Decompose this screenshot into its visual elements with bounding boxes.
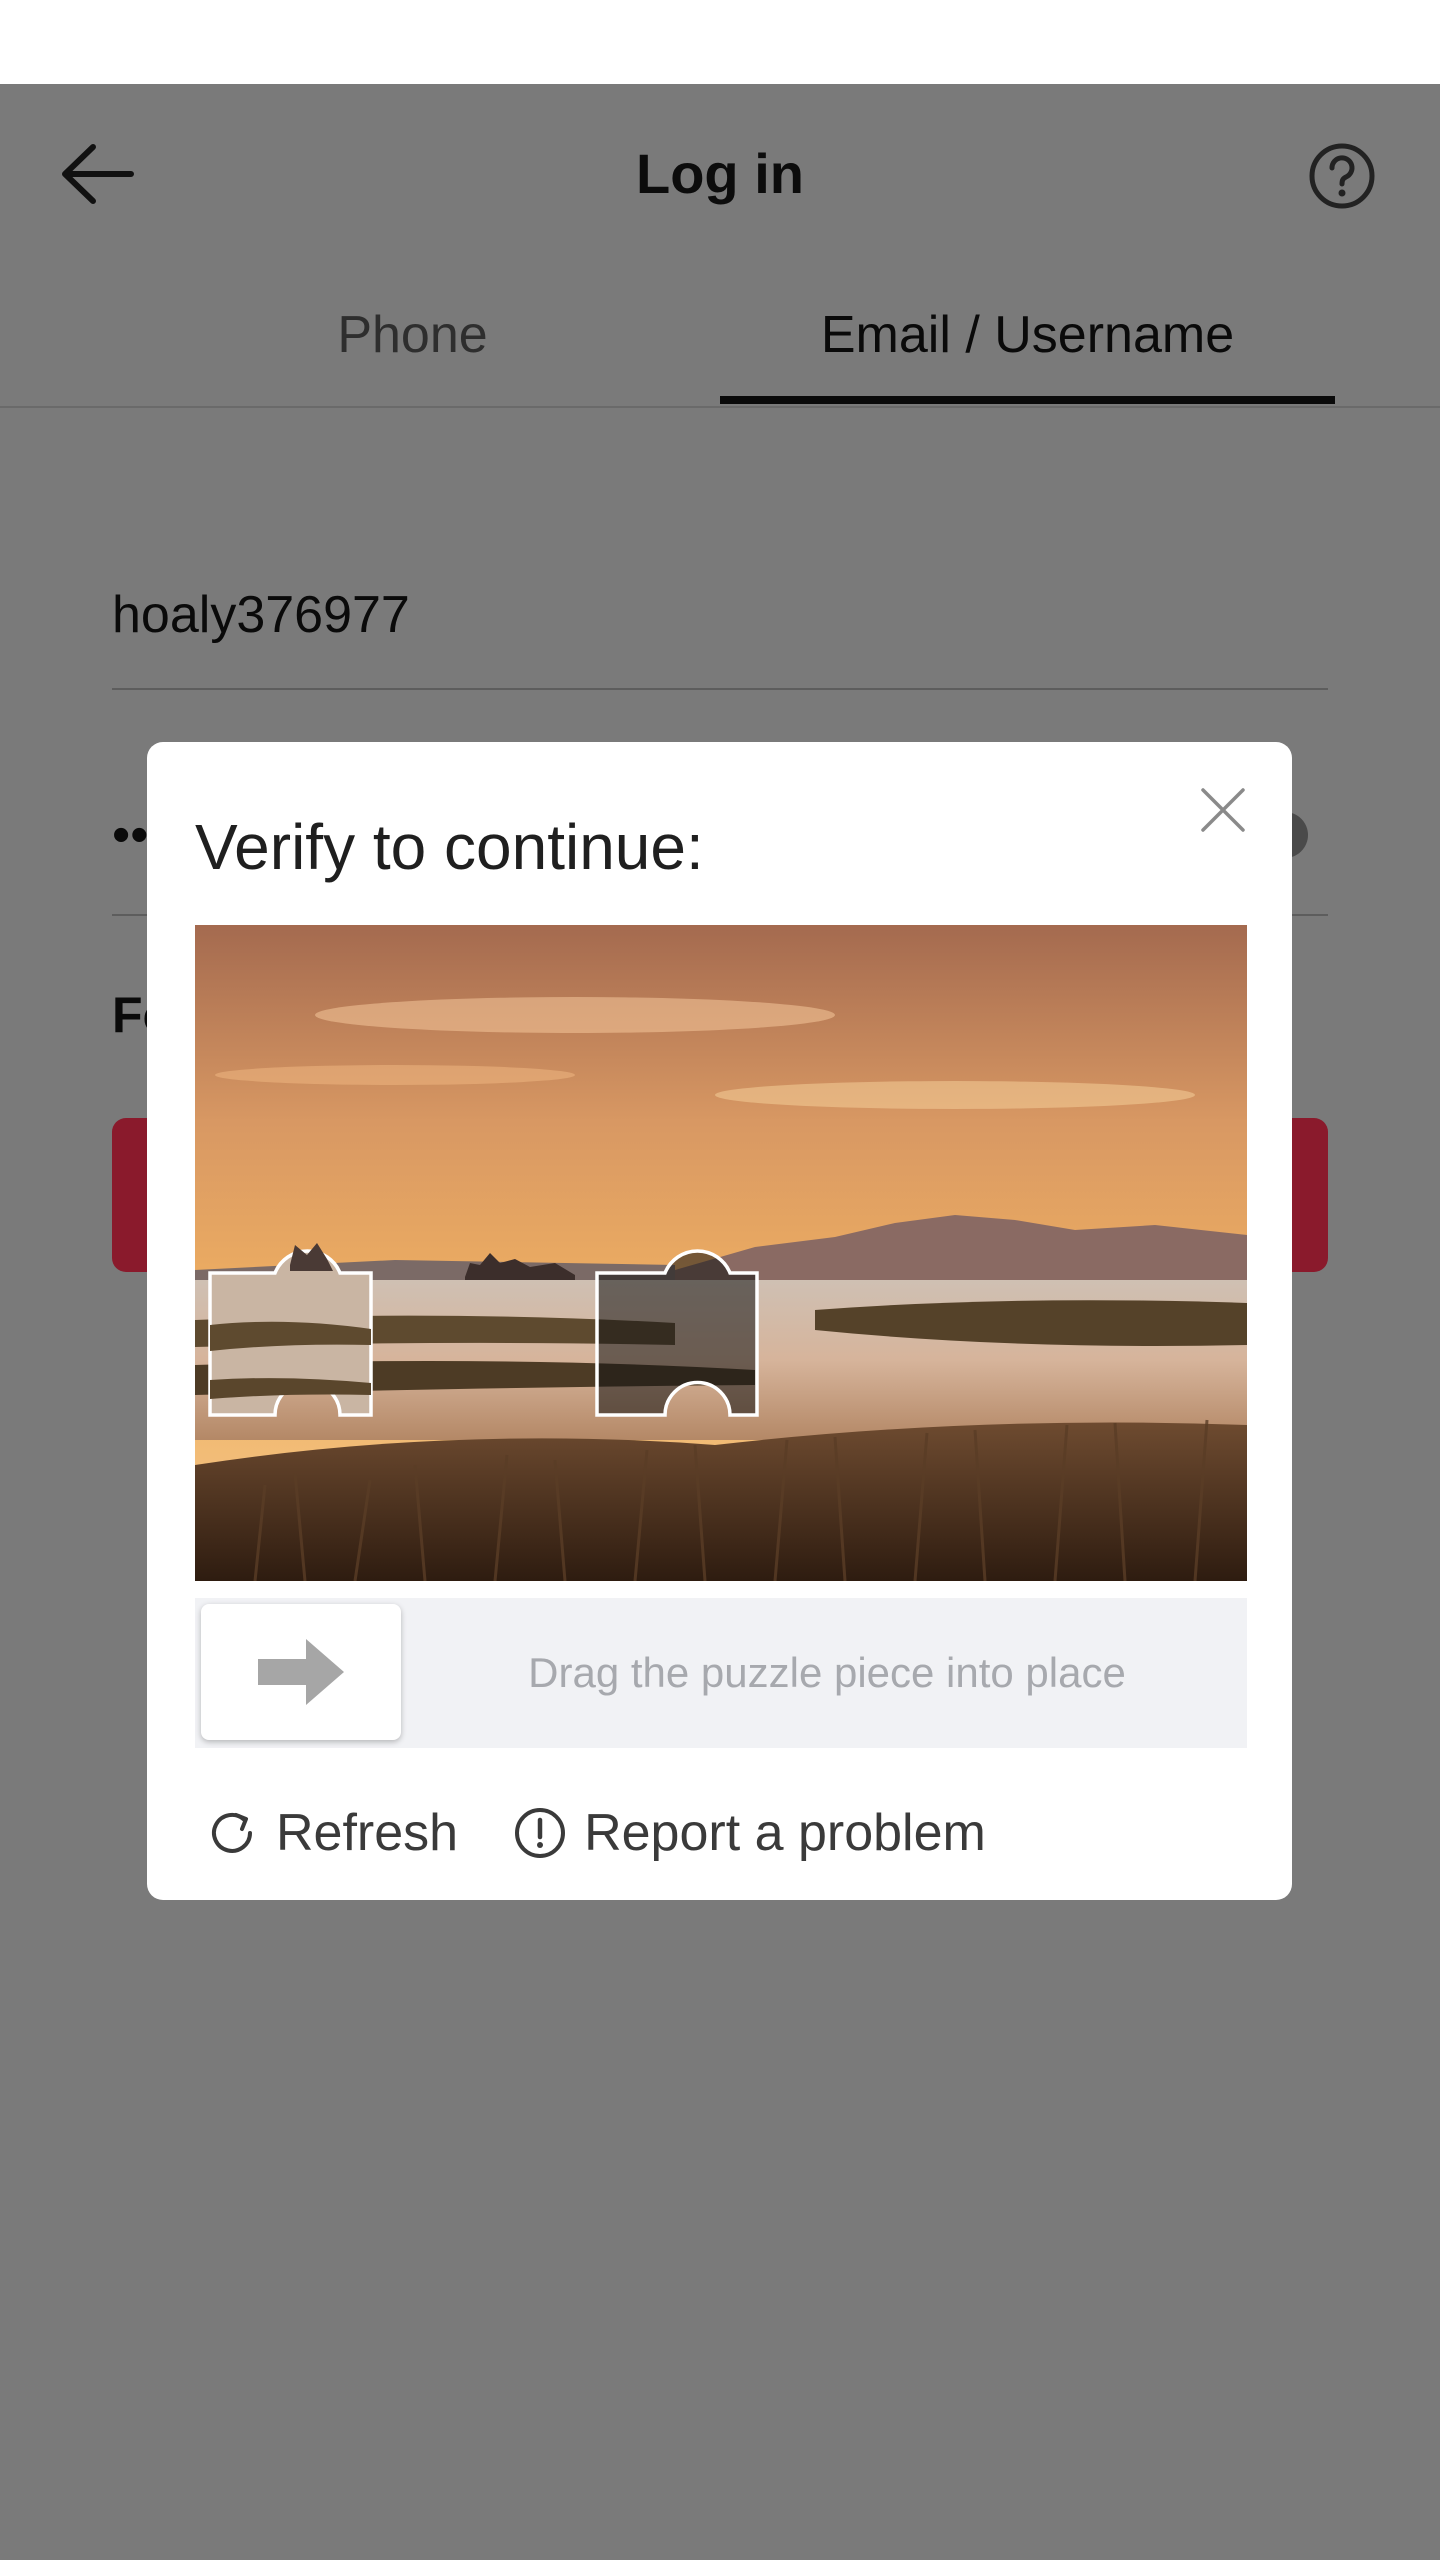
password-input[interactable]: •• xyxy=(112,800,148,870)
alert-circle-icon xyxy=(510,1803,570,1863)
modal-actions: Refresh Report a problem xyxy=(202,1788,1038,1878)
close-icon xyxy=(1201,788,1245,832)
status-bar xyxy=(0,0,1440,84)
puzzle-target-slot xyxy=(595,1249,759,1417)
question-circle-icon xyxy=(1309,143,1375,209)
tab-phone[interactable]: Phone xyxy=(100,264,725,406)
puzzle-image xyxy=(195,925,1247,1581)
modal-title: Verify to continue: xyxy=(195,811,704,883)
refresh-button[interactable]: Refresh xyxy=(202,1803,458,1863)
close-button[interactable] xyxy=(1195,782,1251,838)
slider-track: Drag the puzzle piece into place xyxy=(195,1598,1247,1748)
page-title: Log in xyxy=(636,142,804,205)
captcha-modal: Verify to continue: Drag the puzzle piec… xyxy=(147,742,1292,1900)
report-problem-label: Report a problem xyxy=(584,1804,986,1862)
username-underline xyxy=(112,688,1328,690)
login-tabs: Phone Email / Username xyxy=(0,264,1440,408)
sunset-marsh-scene xyxy=(195,925,1247,1581)
report-problem-button[interactable]: Report a problem xyxy=(510,1803,986,1863)
refresh-icon xyxy=(202,1803,262,1863)
help-button[interactable] xyxy=(1302,136,1382,216)
slider-hint: Drag the puzzle piece into place xyxy=(528,1649,1126,1696)
header: Log in xyxy=(0,84,1440,264)
active-tab-indicator xyxy=(720,396,1335,404)
username-input[interactable]: hoaly376977 xyxy=(112,580,410,650)
slider-handle[interactable] xyxy=(201,1604,401,1740)
refresh-label: Refresh xyxy=(276,1804,459,1862)
tab-email-username[interactable]: Email / Username xyxy=(720,264,1335,406)
arrow-right-icon xyxy=(258,1639,344,1705)
